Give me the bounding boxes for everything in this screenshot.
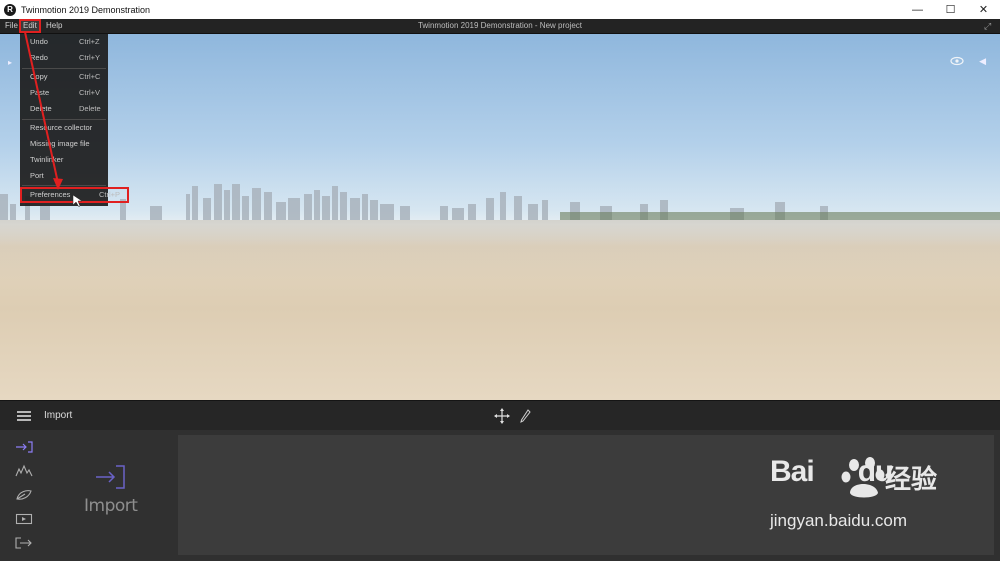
menu-item-shortcut: Ctrl+V	[79, 88, 101, 97]
3d-viewport[interactable]: ▸ ◀	[0, 34, 1000, 400]
menu-item-label: Paste	[30, 88, 50, 97]
import-icon[interactable]	[15, 440, 33, 454]
pen-icon[interactable]	[520, 409, 531, 423]
panel-title: Import	[44, 410, 73, 421]
menu-bar: File Edit Help Twinmotion 2019 Demonstra…	[0, 19, 1000, 34]
menu-item-preferences[interactable]: Preferences Ctrl+P	[20, 187, 129, 203]
menu-item-shortcut: Ctrl+Y	[79, 53, 101, 62]
menu-item-copy[interactable]: Copy Ctrl+C	[20, 70, 108, 84]
window-controls: — ☐ ✕	[901, 0, 1000, 19]
menu-item-missing-image-file[interactable]: Missing image file	[20, 137, 108, 151]
menu-item-label: Twinlinker	[30, 155, 64, 164]
menu-item-undo[interactable]: Undo Ctrl+Z	[20, 35, 108, 49]
maximize-icon[interactable]: ☐	[934, 0, 967, 19]
menu-item-label: Preferences	[30, 190, 71, 199]
minimize-icon[interactable]: —	[901, 0, 934, 19]
window-title: Twinmotion 2019 Demonstration	[21, 4, 151, 15]
menu-item-port[interactable]: Port	[20, 169, 108, 183]
menu-item-shortcut: Delete	[79, 104, 101, 113]
left-panel-toggle-icon[interactable]: ▸	[8, 58, 12, 67]
menu-item-shortcut: Ctrl+C	[79, 72, 101, 81]
menu-separator	[22, 119, 106, 120]
window-titlebar: R Twinmotion 2019 Demonstration — ☐ ✕	[0, 0, 1000, 19]
menu-item-label: Redo	[30, 53, 48, 62]
menu-item-label: Port	[30, 171, 44, 180]
edit-dropdown-menu: Undo Ctrl+Z Redo Ctrl+Y Copy Ctrl+C Past…	[20, 34, 129, 206]
bottom-toolbar: Import	[0, 400, 1000, 430]
menu-item-label: Copy	[30, 72, 48, 81]
import-large-icon	[96, 465, 125, 489]
expand-icon[interactable]: ⤢	[984, 21, 994, 31]
eye-icon[interactable]	[950, 56, 964, 66]
move-icon[interactable]	[494, 408, 510, 424]
city-skyline	[0, 184, 1000, 220]
menu-separator	[22, 185, 106, 186]
app-logo-icon: R	[4, 3, 16, 16]
menu-item-delete[interactable]: Delete Delete	[20, 102, 108, 116]
menu-item-label: Missing image file	[30, 139, 90, 148]
menu-separator	[22, 68, 106, 69]
menu-item-twinlinker[interactable]: Twinlinker	[20, 153, 108, 167]
menu-item-shortcut: Ctrl+P	[99, 190, 121, 199]
close-icon[interactable]: ✕	[967, 0, 1000, 19]
leaf-icon[interactable]	[15, 488, 33, 502]
menu-item-label: Resource collector	[30, 123, 93, 132]
paw-icon	[841, 457, 885, 498]
watermark-url: jingyan.baidu.com	[770, 511, 908, 530]
menu-icon[interactable]	[17, 411, 31, 421]
menu-item-paste[interactable]: Paste Ctrl+V	[20, 86, 108, 100]
menu-item-label: Delete	[30, 104, 52, 113]
export-icon[interactable]	[15, 536, 33, 550]
baidu-watermark: Bai du 经验 jingyan.baidu.com	[770, 455, 960, 545]
watermark-cn-text: 经验	[885, 464, 938, 494]
menu-item-redo[interactable]: Redo Ctrl+Y	[20, 51, 108, 65]
landscape-icon[interactable]	[15, 464, 33, 478]
import-label: Import	[84, 496, 138, 516]
media-icon[interactable]	[15, 512, 33, 526]
import-tile[interactable]: Import	[84, 464, 138, 520]
ground-reflection	[0, 220, 1000, 280]
menu-item-resource-collector[interactable]: Resource collector	[20, 121, 108, 135]
menu-item-shortcut: Ctrl+Z	[79, 37, 100, 46]
menu-item-label: Undo	[30, 37, 48, 46]
project-title: Twinmotion 2019 Demonstration - New proj…	[417, 21, 583, 30]
right-panel-toggle-icon[interactable]: ◀	[979, 56, 986, 67]
